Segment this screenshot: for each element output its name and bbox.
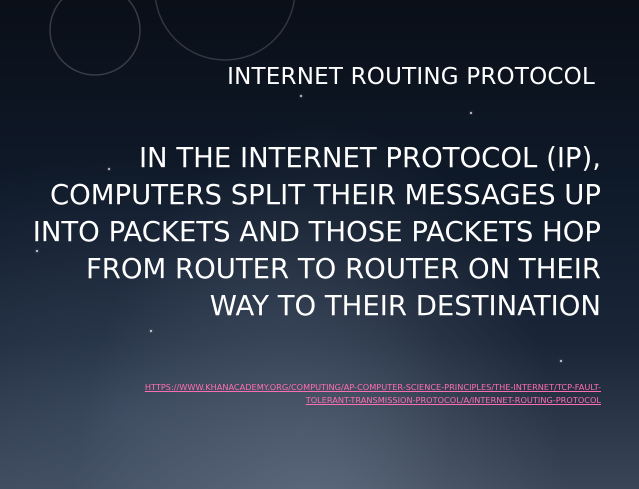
body-line: INTO PACKETS AND THOSE PACKETS HOP	[32, 216, 601, 248]
body-line: FROM ROUTER TO ROUTER ON THEIR	[85, 253, 601, 285]
star	[300, 95, 302, 97]
body-line: WAY TO THEIR DESTINATION	[209, 290, 601, 322]
body-line: IN THE INTERNET PROTOCOL (IP),	[138, 142, 601, 174]
slide-body: IN THE INTERNET PROTOCOL (IP), COMPUTERS…	[31, 140, 601, 325]
slide: INTERNET ROUTING PROTOCOL IN THE INTERNE…	[0, 0, 639, 489]
body-line: COMPUTERS SPLIT THEIR MESSAGES UP	[49, 179, 601, 211]
star	[470, 112, 472, 114]
slide-title: INTERNET ROUTING PROTOCOL	[227, 64, 595, 90]
star	[150, 330, 152, 332]
ring-small	[49, 0, 141, 76]
ring-large	[154, 0, 296, 61]
source-link-line[interactable]: TOLERANT-TRANSMISSION-PROTOCOL/A/INTERNE…	[41, 394, 601, 407]
star	[560, 360, 562, 362]
source-link[interactable]: HTTPS://WWW.KHANACADEMY.ORG/COMPUTING/AP…	[41, 381, 601, 407]
source-link-line[interactable]: HTTPS://WWW.KHANACADEMY.ORG/COMPUTING/AP…	[41, 381, 601, 394]
